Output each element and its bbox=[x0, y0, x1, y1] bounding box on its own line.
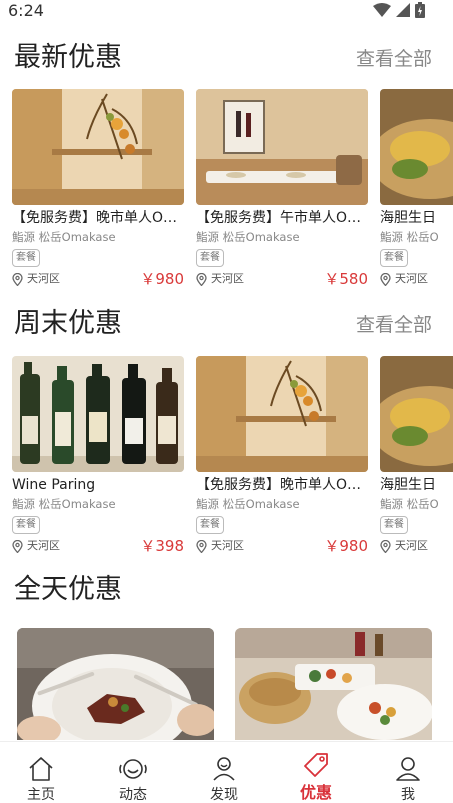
bottom-tab-bar: 主页 动态 发现 优惠 我 bbox=[0, 741, 453, 803]
tab-profile[interactable]: 我 bbox=[363, 742, 453, 803]
offer-card[interactable]: 海胆生日 鮨源 松岳O 套餐 天河区 bbox=[380, 89, 453, 289]
discover-icon bbox=[213, 757, 235, 781]
section-header-weekend: 周末优惠 查看全部 bbox=[14, 306, 432, 346]
offer-name: 【免服务费】午市单人O… bbox=[196, 210, 362, 226]
profile-icon bbox=[396, 757, 420, 781]
tab-activity[interactable]: 动态 bbox=[88, 742, 178, 803]
tab-label: 主页 bbox=[27, 787, 55, 803]
location-pin-icon bbox=[196, 272, 207, 286]
location-pin-icon bbox=[380, 272, 391, 286]
status-time: 6:24 bbox=[8, 1, 44, 20]
signal-icon bbox=[396, 3, 410, 17]
location: 天河区 bbox=[196, 271, 244, 287]
home-icon bbox=[29, 757, 53, 781]
restaurant-name: 鮨源 松岳Omakase bbox=[196, 497, 300, 511]
offer-card[interactable]: 【免服务费】午市单人O… 鮨源 松岳Omakase 套餐 天河区 ￥580 bbox=[196, 89, 368, 289]
see-all-link[interactable]: 查看全部 bbox=[356, 312, 432, 338]
offer-row-weekend[interactable]: Wine Paring 鮨源 松岳Omakase 套餐 天河区 ￥398 【免服… bbox=[12, 356, 453, 556]
tab-label: 动态 bbox=[119, 787, 147, 803]
restaurant-name: 鮨源 松岳Omakase bbox=[12, 497, 116, 511]
see-all-link[interactable]: 查看全部 bbox=[356, 46, 432, 72]
status-icons bbox=[373, 2, 425, 18]
location: 天河区 bbox=[196, 538, 244, 554]
offer-row-allday[interactable] bbox=[0, 628, 453, 740]
location: 天河区 bbox=[380, 271, 428, 287]
offer-name: 海胆生日 bbox=[380, 210, 436, 226]
offer-image bbox=[235, 628, 432, 740]
location: 天河区 bbox=[380, 538, 428, 554]
offer-image bbox=[196, 356, 368, 472]
location: 天河区 bbox=[12, 271, 60, 287]
wifi-icon bbox=[373, 3, 391, 17]
offer-name: 【免服务费】晚市单人O… bbox=[196, 477, 362, 493]
restaurant-name: 鮨源 松岳O bbox=[380, 497, 439, 511]
status-bar: 6:24 bbox=[0, 0, 453, 24]
offer-row-latest[interactable]: 【免服务费】晚市单人O… 鮨源 松岳Omakase 套餐 天河区 ￥980 【免 bbox=[12, 89, 453, 289]
battery-icon bbox=[415, 2, 425, 18]
package-tag: 套餐 bbox=[380, 249, 408, 267]
package-tag: 套餐 bbox=[12, 249, 40, 267]
offer-price: ￥398 bbox=[140, 537, 184, 555]
offer-card[interactable]: 【免服务费】晚市单人O… 鮨源 松岳Omakase 套餐 天河区 ￥980 bbox=[196, 356, 368, 556]
coupon-icon bbox=[304, 753, 328, 777]
tab-label: 优惠 bbox=[299, 783, 332, 802]
package-tag: 套餐 bbox=[380, 516, 408, 534]
tab-label: 发现 bbox=[210, 787, 238, 803]
offer-card[interactable] bbox=[235, 628, 432, 740]
offer-image bbox=[380, 89, 453, 205]
location: 天河区 bbox=[12, 538, 60, 554]
location-pin-icon bbox=[12, 539, 23, 553]
package-tag: 套餐 bbox=[12, 516, 40, 534]
district: 天河区 bbox=[27, 539, 60, 552]
location-pin-icon bbox=[196, 539, 207, 553]
district: 天河区 bbox=[211, 272, 244, 285]
section-title: 周末优惠 bbox=[14, 308, 122, 339]
district: 天河区 bbox=[211, 539, 244, 552]
offer-name: Wine Paring bbox=[12, 477, 96, 493]
offer-image bbox=[17, 628, 214, 740]
restaurant-name: 鮨源 松岳Omakase bbox=[12, 230, 116, 244]
tab-label: 我 bbox=[401, 787, 415, 803]
activity-icon bbox=[119, 759, 147, 779]
offer-name: 海胆生日 bbox=[380, 477, 436, 493]
tab-home[interactable]: 主页 bbox=[0, 742, 86, 803]
offer-price: ￥980 bbox=[324, 537, 368, 555]
section-title: 全天优惠 bbox=[14, 574, 122, 605]
tab-discover[interactable]: 发现 bbox=[179, 742, 269, 803]
offer-card[interactable]: Wine Paring 鮨源 松岳Omakase 套餐 天河区 ￥398 bbox=[12, 356, 184, 556]
offer-price: ￥580 bbox=[324, 270, 368, 288]
location-pin-icon bbox=[380, 539, 391, 553]
section-title: 最新优惠 bbox=[14, 42, 122, 73]
offer-price: ￥980 bbox=[140, 270, 184, 288]
offer-image bbox=[12, 89, 184, 205]
offer-card[interactable] bbox=[17, 628, 214, 740]
offer-card[interactable]: 海胆生日 鮨源 松岳O 套餐 天河区 bbox=[380, 356, 453, 556]
offer-image bbox=[12, 356, 184, 472]
offer-card[interactable]: 【免服务费】晚市单人O… 鮨源 松岳Omakase 套餐 天河区 ￥980 bbox=[12, 89, 184, 289]
tab-coupons[interactable]: 优惠 bbox=[271, 742, 361, 803]
offer-image bbox=[380, 356, 453, 472]
district: 天河区 bbox=[395, 272, 428, 285]
section-header-allday: 全天优惠 bbox=[14, 572, 432, 612]
package-tag: 套餐 bbox=[196, 249, 224, 267]
offer-name: 【免服务费】晚市单人O… bbox=[12, 210, 178, 226]
restaurant-name: 鮨源 松岳O bbox=[380, 230, 439, 244]
location-pin-icon bbox=[12, 272, 23, 286]
district: 天河区 bbox=[27, 272, 60, 285]
restaurant-name: 鮨源 松岳Omakase bbox=[196, 230, 300, 244]
district: 天河区 bbox=[395, 539, 428, 552]
section-header-latest: 最新优惠 查看全部 bbox=[14, 40, 432, 80]
package-tag: 套餐 bbox=[196, 516, 224, 534]
offer-image bbox=[196, 89, 368, 205]
